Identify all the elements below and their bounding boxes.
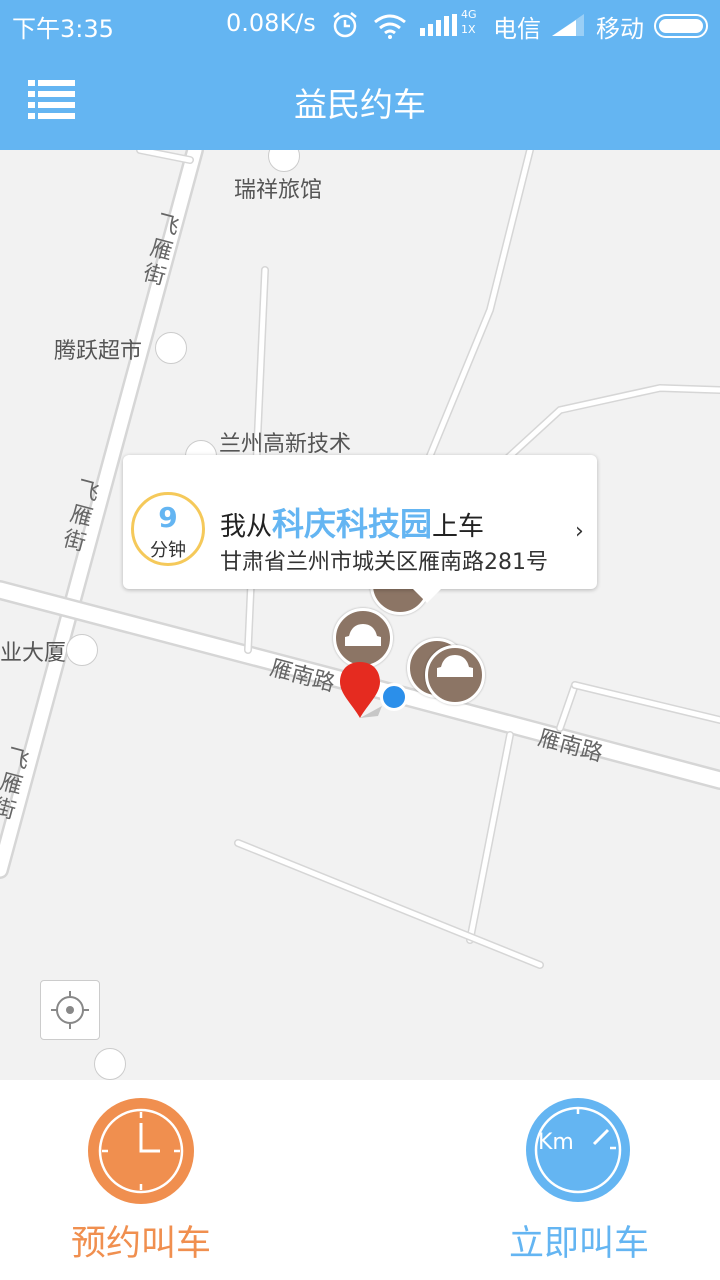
reserve-ride-button[interactable] xyxy=(88,1098,194,1204)
eta-unit: 分钟 xyxy=(150,540,186,561)
map-view[interactable]: 瑞祥旅馆 腾跃超市 兰州高新技术 业大厦 飞 雁 街 飞 雁 街 飞 雁 街 雁… xyxy=(0,150,720,1080)
pickup-suffix: 上车 xyxy=(432,512,485,542)
signal-bars-icon xyxy=(420,14,457,36)
signal-icon xyxy=(552,14,584,36)
network-speed: 0.08K/s xyxy=(226,9,316,37)
battery-icon xyxy=(654,14,708,38)
network-type-bottom: 1X xyxy=(461,23,476,36)
app-header: 益民约车 xyxy=(0,50,720,150)
status-bar: 下午3:35 0.08K/s 4G 1X 电信 移动 xyxy=(0,0,720,50)
clock-icon xyxy=(98,1108,184,1194)
pickup-prefix: 我从 xyxy=(220,512,273,542)
status-time: 下午3:35 xyxy=(12,15,114,43)
pickup-line: 我从科庆科技园上车 xyxy=(220,499,484,545)
reserve-ride-label[interactable]: 预约叫车 xyxy=(71,1215,211,1266)
instant-ride-button[interactable]: Km xyxy=(526,1098,630,1202)
pickup-address: 甘肃省兰州市城关区雁南路281号 xyxy=(220,550,548,575)
km-text: Km xyxy=(538,1130,574,1155)
network-type-top: 4G xyxy=(461,8,477,21)
pickup-pin-icon xyxy=(340,662,382,718)
carrier-1: 电信 xyxy=(493,15,541,43)
eta-value: 9 xyxy=(158,501,178,534)
wifi-icon xyxy=(374,14,406,39)
user-location-dot xyxy=(380,683,408,711)
pickup-place: 科庆科技园 xyxy=(272,505,433,543)
locate-me-button[interactable] xyxy=(40,980,100,1040)
eta-badge: 9 分钟 xyxy=(131,492,205,566)
pickup-info-bubble[interactable]: 9 分钟 我从科庆科技园上车 甘肃省兰州市城关区雁南路281号 › xyxy=(123,455,597,603)
carrier-2: 移动 xyxy=(596,15,644,43)
bottom-action-bar: 预约叫车 Km 立即叫车 xyxy=(0,1080,720,1280)
alarm-icon xyxy=(333,12,357,38)
crosshair-icon xyxy=(51,991,89,1029)
chevron-right-icon[interactable]: › xyxy=(575,519,584,544)
car-icons xyxy=(345,624,473,677)
page-title: 益民约车 xyxy=(294,85,426,124)
instant-ride-label[interactable]: 立即叫车 xyxy=(509,1215,649,1266)
